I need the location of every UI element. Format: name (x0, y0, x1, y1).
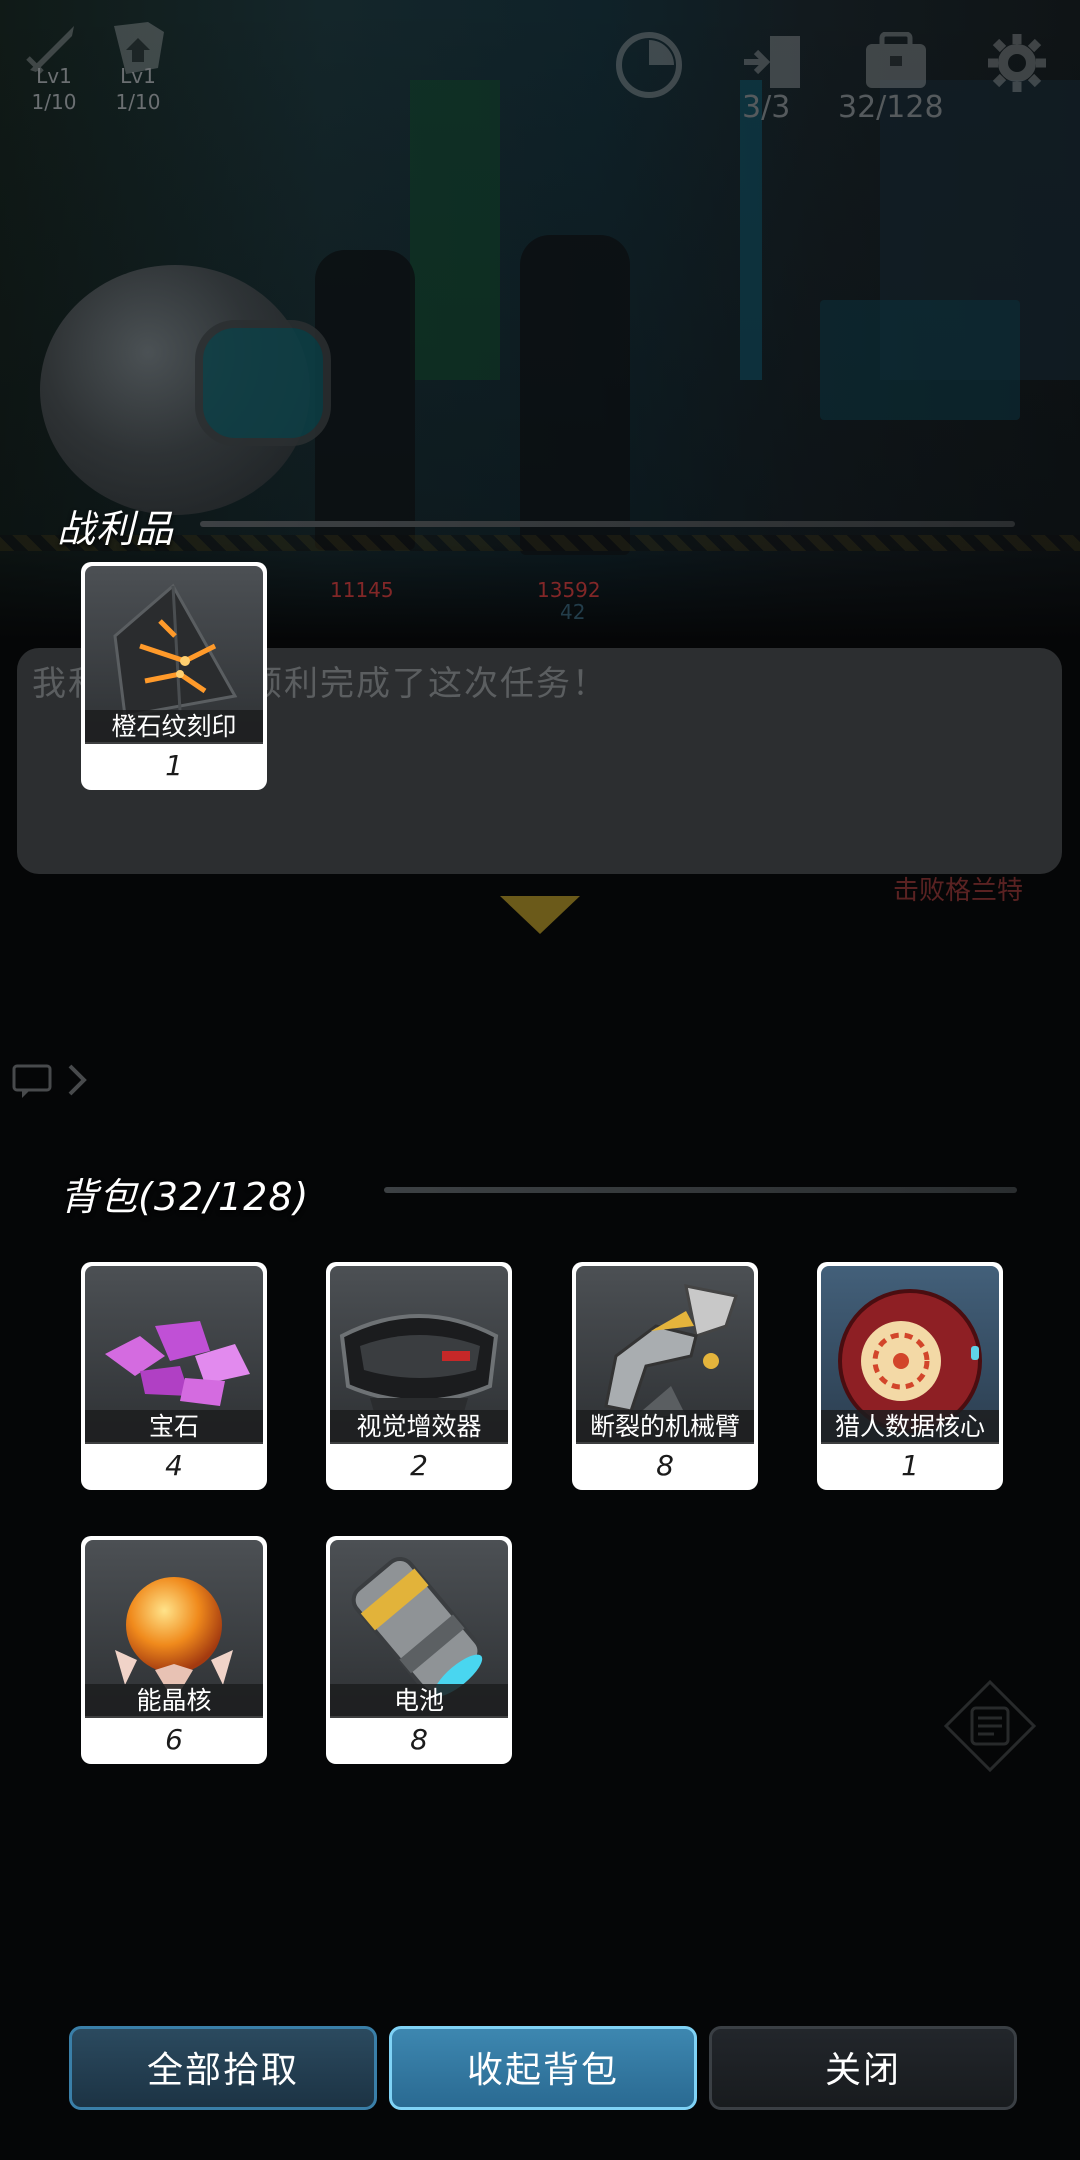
chat-toggle-icon[interactable] (10, 1060, 90, 1100)
door-count: 3/3 (742, 90, 791, 125)
hp-right-sub: 42 (560, 600, 586, 624)
backpack-item-card[interactable]: 能晶核 6 (81, 1536, 267, 1764)
backpack-icon[interactable] (862, 31, 930, 92)
backpack-item-qty: 4 (165, 1449, 183, 1482)
backpack-item-qty: 8 (410, 1723, 428, 1756)
pick-all-button[interactable]: 全部拾取 (69, 2026, 377, 2110)
loot-item-qty: 1 (165, 749, 183, 782)
backpack-item-card[interactable]: 视觉增效器 2 (326, 1262, 512, 1490)
backpack-item-card[interactable]: 断裂的机械臂 8 (572, 1262, 758, 1490)
skill1-level: Lv1 (36, 64, 72, 88)
backpack-item-qty: 8 (656, 1449, 674, 1482)
hp-left: 11145 (330, 578, 394, 602)
dialog-caption: 击败格兰特 (893, 876, 1024, 906)
bag-count: 32/128 (838, 90, 944, 125)
loot-item-card[interactable]: 橙石纹刻印 1 (81, 562, 267, 790)
skill2-level: Lv1 (120, 64, 156, 88)
close-button[interactable]: 关闭 (709, 2026, 1017, 2110)
backpack-item-card[interactable]: 宝石 4 (81, 1262, 267, 1490)
loot-divider (200, 521, 1015, 527)
loot-title: 战利品 (57, 507, 175, 551)
skill2-progress: 1/10 (115, 90, 161, 114)
game-screen: 11145 13592 42 Lv1 1/10 Lv1 1/10 3/3 32/… (0, 0, 1080, 2160)
collapse-backpack-button[interactable]: 收起背包 (389, 2026, 697, 2110)
backpack-item-card[interactable]: 猎人数据核心 1 (817, 1262, 1003, 1490)
backpack-item-qty: 2 (410, 1449, 428, 1482)
agent-silhouette (520, 235, 630, 555)
backpack-divider (384, 1187, 1017, 1193)
settings-gear-icon[interactable] (986, 32, 1048, 94)
skill1-progress: 1/10 (31, 90, 77, 114)
backpack-item-name: 能晶核 (85, 1684, 263, 1718)
dialog-next-arrow-icon[interactable] (500, 896, 580, 934)
exit-door-icon[interactable] (740, 32, 806, 92)
backpack-item-name: 视觉增效器 (330, 1410, 508, 1444)
backpack-item-name: 宝石 (85, 1410, 263, 1444)
auto-battle-icon[interactable] (612, 28, 686, 102)
backpack-item-name: 断裂的机械臂 (576, 1410, 754, 1444)
hp-right: 13592 (537, 578, 601, 602)
loot-item-name: 橙石纹刻印 (85, 710, 263, 744)
backpack-item-name: 猎人数据核心 (821, 1410, 999, 1444)
backpack-item-qty: 6 (165, 1723, 183, 1756)
backpack-item-qty: 1 (901, 1449, 919, 1482)
backpack-item-name: 电池 (330, 1684, 508, 1718)
task-list-icon[interactable] (942, 1678, 1038, 1774)
backpack-title: 背包(32/128) (60, 1175, 310, 1219)
backpack-item-card[interactable]: 电池 8 (326, 1536, 512, 1764)
